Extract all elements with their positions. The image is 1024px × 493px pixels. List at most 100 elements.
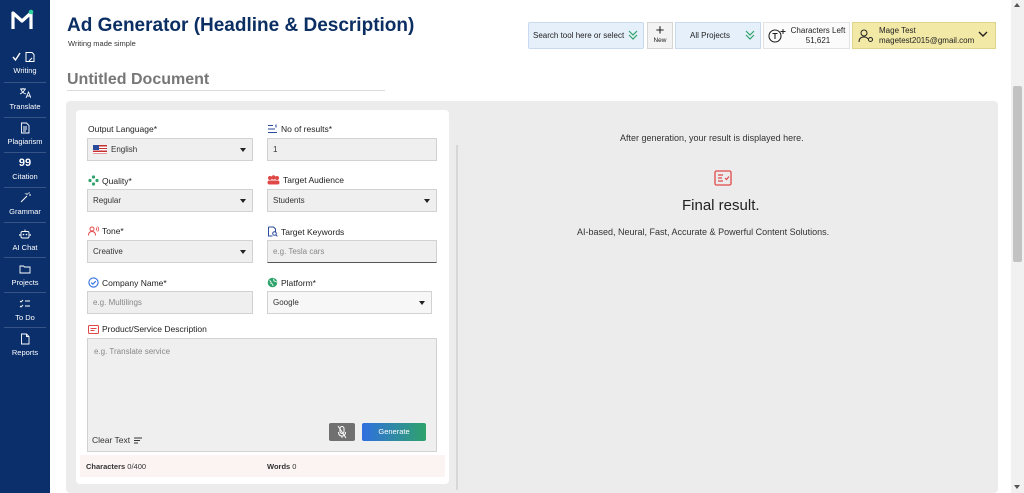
sidebar-item-citation[interactable]: 99 Citation — [0, 154, 50, 188]
characters-counter: Characters 0/400 — [86, 462, 146, 471]
translate-icon — [0, 86, 50, 100]
divider — [4, 257, 46, 258]
scrollbar-thumb[interactable] — [1013, 86, 1022, 262]
target-keywords-label: Target Keywords — [267, 226, 344, 237]
tool-search-select[interactable]: Search tool here or select — [528, 22, 644, 49]
user-name: Mage Test — [879, 26, 916, 35]
sidebar-item-grammar[interactable]: Grammar — [0, 189, 50, 223]
characters-value: 0/400 — [127, 462, 147, 471]
characters-left-box: Characters Left 51,621 — [763, 22, 850, 49]
new-label: New — [653, 37, 667, 44]
num-results-input[interactable]: 1 — [267, 138, 437, 161]
result-hint: After generation, your result is display… — [620, 133, 804, 143]
generate-button[interactable]: Generate — [362, 423, 426, 441]
divider — [4, 117, 46, 118]
target-audience-select[interactable]: Students — [267, 189, 437, 212]
quality-label: Quality* — [88, 175, 132, 186]
plus-icon: + — [655, 22, 665, 39]
sidebar-item-plagiarism[interactable]: Plagiarism — [0, 119, 50, 153]
divider — [4, 292, 46, 293]
target-audience-label: Target Audience — [267, 175, 344, 185]
magic-wand-icon — [0, 191, 50, 205]
page-title: Ad Generator (Headline & Description) — [67, 15, 415, 36]
microphone-button[interactable] — [329, 423, 355, 441]
scroll-down-arrow-icon[interactable] — [1014, 485, 1020, 489]
tone-select[interactable]: Creative — [87, 240, 253, 263]
label-text: Target Keywords — [281, 226, 345, 237]
user-menu[interactable]: Mage Test magetest2015@gmail.com — [852, 22, 996, 49]
clear-text-label: Clear Text — [92, 435, 131, 445]
label-text: Product/Service Description — [102, 324, 207, 334]
tone-value: Creative — [93, 247, 123, 256]
sidebar-item-label: Plagiarism — [7, 137, 43, 146]
app-logo-icon[interactable] — [9, 7, 35, 33]
sidebar-item-label: Grammar — [9, 207, 41, 216]
card-text-icon — [88, 324, 99, 334]
label-text: Company Name* — [102, 277, 167, 288]
output-language-value: English — [111, 145, 138, 154]
counter-bar: Characters 0/400 Words 0 — [80, 455, 445, 477]
scroll-up-arrow-icon[interactable] — [1014, 3, 1020, 7]
sparkle-icon — [88, 175, 99, 186]
sidebar-item-label: Projects — [11, 278, 39, 287]
divider — [456, 145, 458, 490]
user-settings-icon — [858, 29, 873, 43]
platform-select[interactable]: Google — [267, 291, 432, 314]
list-number-icon — [268, 124, 277, 134]
sidebar-item-ai-chat[interactable]: AI Chat — [0, 225, 50, 259]
caret-down-icon — [419, 300, 425, 305]
sidebar-item-label: Translate — [9, 102, 41, 111]
result-title: Final result. — [682, 197, 760, 214]
words-value: 0 — [292, 462, 297, 471]
label-text: Target Audience — [283, 175, 344, 185]
text-count-icon — [768, 29, 786, 43]
sidebar-item-writing[interactable]: Writing — [0, 48, 50, 82]
sidebar-item-label: Writing — [13, 66, 37, 75]
company-name-input[interactable]: e.g. Multilings — [87, 291, 253, 314]
label-text: Output Language* — [88, 124, 158, 134]
us-flag-icon — [93, 145, 107, 154]
speaking-person-icon — [88, 226, 99, 236]
robot-icon — [0, 227, 50, 241]
tone-label: Tone* — [88, 226, 124, 236]
divider — [4, 222, 46, 223]
document-icon — [0, 121, 50, 135]
output-language-label: Output Language* — [88, 124, 157, 134]
sidebar-item-translate[interactable]: Translate — [0, 84, 50, 118]
result-checklist-icon — [714, 170, 732, 186]
document-title-input[interactable]: Untitled Document — [67, 71, 385, 91]
clear-format-icon — [134, 437, 143, 444]
sidebar-item-projects[interactable]: Projects — [0, 260, 50, 294]
new-document-button[interactable]: + New — [647, 22, 673, 49]
divider — [4, 187, 46, 188]
target-keywords-placeholder: e.g. Tesla cars — [273, 247, 325, 256]
sidebar-item-label: Citation — [12, 172, 38, 181]
sidebar-item-label: AI Chat — [12, 243, 38, 252]
quote-icon: 99 — [18, 157, 32, 169]
sidebar-item-label: To Do — [15, 313, 35, 322]
clear-text-button[interactable]: Clear Text — [92, 435, 143, 445]
quality-select[interactable]: Regular — [87, 189, 253, 212]
description-label: Product/Service Description — [88, 324, 207, 334]
double-chevron-down-icon — [628, 30, 638, 40]
projects-select[interactable]: All Projects — [675, 22, 761, 49]
output-language-select[interactable]: English — [87, 138, 253, 161]
characters-left-label: Characters Left — [790, 26, 846, 35]
document-search-icon — [268, 226, 278, 237]
divider — [4, 327, 46, 328]
folder-icon — [0, 262, 50, 276]
sidebar-item-todo[interactable]: To Do — [0, 295, 50, 329]
quality-value: Regular — [93, 196, 122, 205]
target-audience-value: Students — [273, 196, 305, 205]
target-keywords-input[interactable]: e.g. Tesla cars — [267, 240, 437, 263]
result-subtitle: AI-based, Neural, Fast, Accurate & Power… — [577, 227, 830, 237]
divider — [4, 82, 46, 83]
label-text: No of results* — [281, 124, 333, 134]
sidebar-item-reports[interactable]: Reports — [0, 330, 50, 364]
mic-off-icon — [337, 425, 347, 439]
sidebar: Writing Translate Plagiarism 99 Citation… — [0, 0, 50, 493]
chevron-down-icon — [978, 31, 988, 37]
num-results-label: No of results* — [267, 124, 332, 134]
report-icon — [0, 332, 50, 346]
description-placeholder: e.g. Translate service — [94, 347, 171, 356]
